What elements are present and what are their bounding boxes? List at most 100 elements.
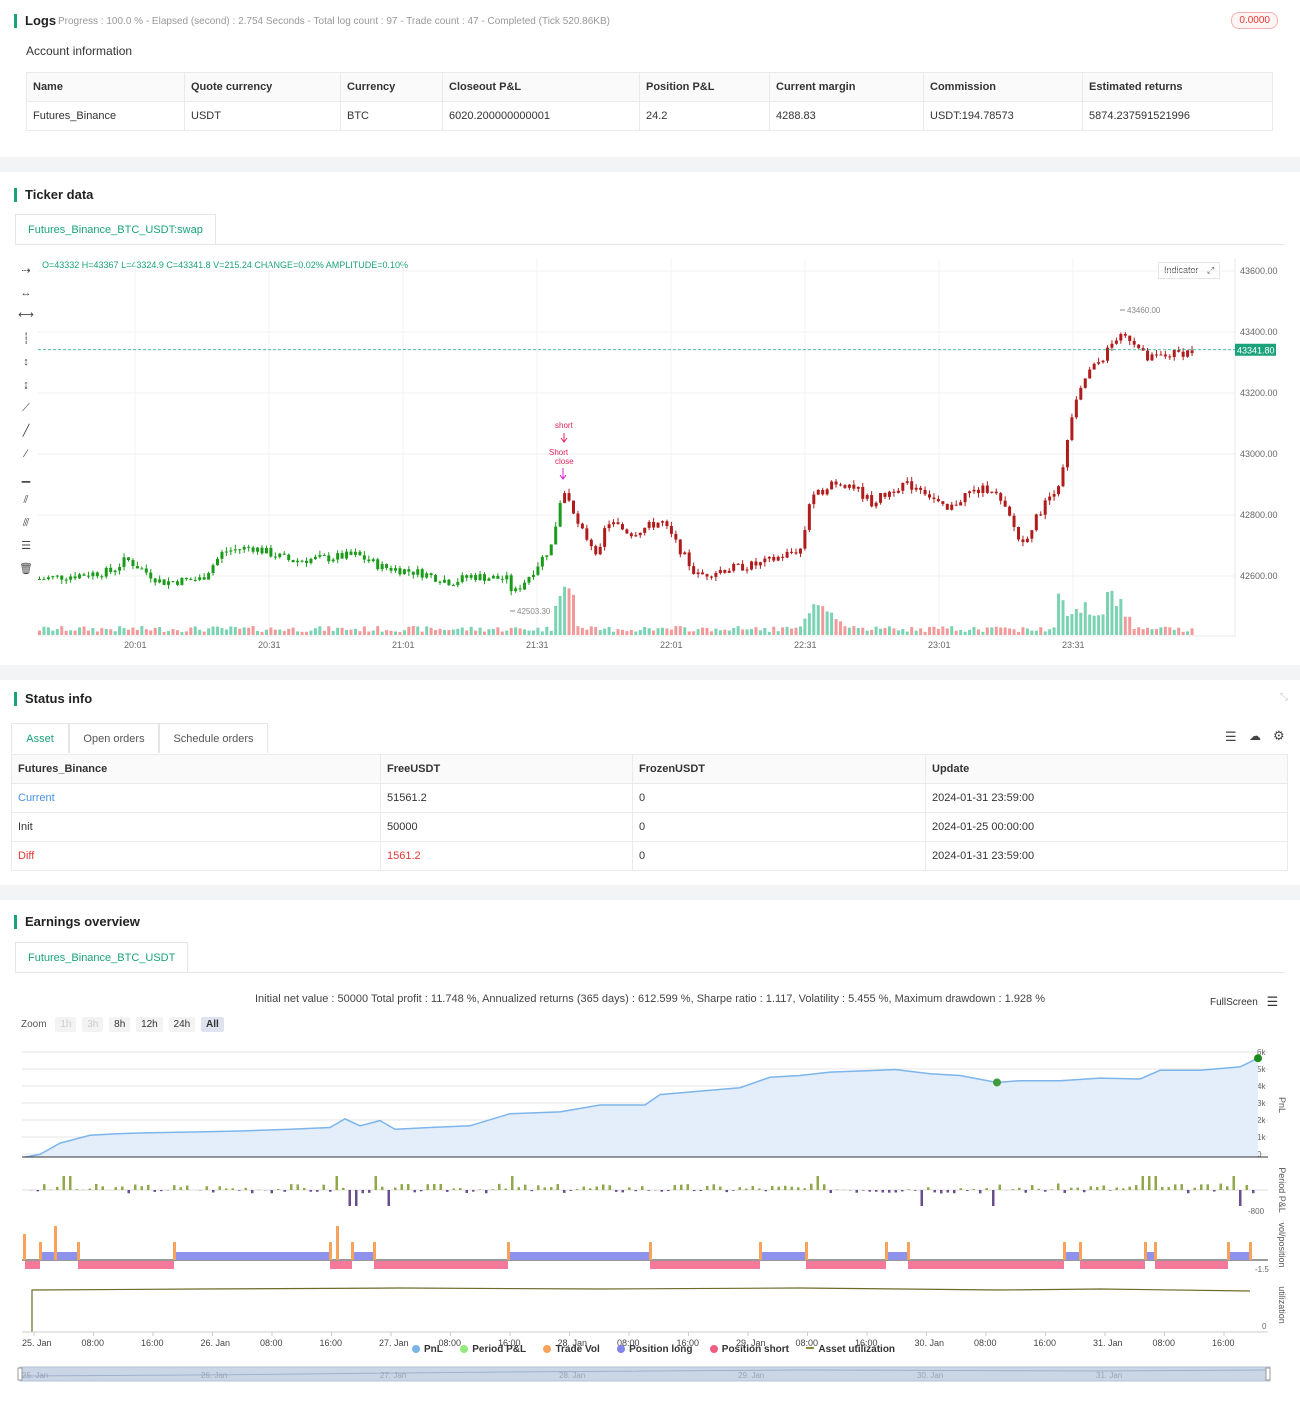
volume-bar: [852, 626, 856, 635]
legend-position-long[interactable]: Position long: [617, 1344, 692, 1355]
legend-asset-utilization[interactable]: Asset utilization: [806, 1344, 895, 1355]
candle-body: [278, 553, 282, 557]
cloud-download-icon[interactable]: ☁: [1249, 729, 1261, 743]
volume-bar: [1163, 626, 1167, 635]
volume-bar: [184, 631, 188, 635]
tab-asset[interactable]: Asset: [11, 723, 69, 753]
volume-bar: [945, 628, 949, 635]
candle-body: [238, 549, 242, 551]
period-pnl-bar: [1122, 1188, 1125, 1190]
logs-progress: Progress : 100.0 % - Elapsed (second) : …: [58, 16, 610, 27]
tab-schedule-orders[interactable]: Schedule orders: [159, 723, 268, 753]
period-pnl-bar: [576, 1189, 579, 1190]
y-tick-label: -1.5: [1255, 1265, 1269, 1274]
volume-bar: [807, 613, 811, 635]
candle-body: [879, 493, 883, 503]
period-pnl-bar: [1018, 1187, 1021, 1190]
period-pnl-bar: [277, 1188, 280, 1190]
volume-bar: [175, 630, 179, 635]
period-pnl-bar: [231, 1188, 234, 1190]
volume-bar: [505, 630, 509, 635]
candle-body: [540, 556, 544, 567]
volume-bar: [460, 627, 464, 635]
volume-bar: [572, 594, 575, 635]
candle-body: [127, 557, 130, 561]
candle-body: [834, 481, 838, 485]
candle-body: [661, 521, 664, 523]
candlestick-chart[interactable]: 43600.00 43400.00 43200.00 43000.00 42800.00…: [0, 172, 1300, 665]
candle-body: [852, 484, 856, 489]
close-arrow: [559, 468, 567, 480]
position-short-bar: [78, 1261, 174, 1269]
candle-body: [73, 576, 77, 579]
period-pnl-bar: [894, 1190, 897, 1193]
volume-bar: [420, 631, 424, 635]
volume-bar: [362, 626, 366, 635]
trade-vol-bar: [1154, 1242, 1157, 1260]
period-pnl-bar: [75, 1189, 78, 1190]
volume-bar: [518, 628, 522, 635]
volume-bar: [345, 629, 349, 635]
candle-body: [990, 491, 994, 493]
period-pnl-bar: [1109, 1190, 1112, 1191]
volume-bar: [340, 627, 344, 635]
logs-panel: Logs Progress : 100.0 % - Elapsed (secon…: [0, 0, 1300, 157]
candle-body: [1110, 343, 1114, 348]
volume-bar: [963, 631, 967, 635]
candle-body: [941, 501, 945, 504]
volume-bar: [625, 631, 629, 635]
volume-bar: [754, 627, 758, 635]
volume-bar: [60, 626, 64, 635]
candle-body: [994, 491, 998, 494]
candle-body: [696, 572, 700, 574]
candle-body: [830, 481, 834, 490]
x-tick-label: 22:31: [794, 640, 817, 650]
volume-bar: [456, 628, 460, 635]
volume-bar: [794, 627, 798, 635]
volume-bar: [78, 627, 82, 635]
candle-body: [349, 551, 353, 555]
cell: 0: [632, 841, 926, 871]
candle-body: [483, 574, 486, 581]
volume-bar: [968, 629, 972, 635]
volume-bar: [856, 627, 860, 635]
volume-bar: [634, 631, 638, 635]
volume-bar: [487, 629, 491, 635]
period-pnl-bar: [88, 1188, 91, 1190]
period-pnl-bar: [1148, 1176, 1151, 1190]
volume-bar: [358, 631, 362, 635]
candle-body: [1025, 538, 1029, 543]
candle-body: [478, 574, 482, 580]
table-row: Diff 1561.2 0 2024-01-31 23:59:00: [11, 841, 1288, 871]
legend-period-pnl[interactable]: Period P&L: [460, 1344, 526, 1355]
candle-body: [959, 502, 963, 506]
volume-bar: [647, 628, 651, 635]
gear-icon[interactable]: ⚙: [1273, 728, 1285, 744]
position-short-bar: [1080, 1261, 1145, 1269]
volume-bar: [514, 627, 518, 635]
candle-body: [745, 569, 749, 571]
volume-bar: [46, 627, 50, 635]
candle-body: [273, 556, 277, 558]
tab-open-orders[interactable]: Open orders: [69, 723, 159, 753]
earnings-chart[interactable]: 6k5k4k3k2k1k0-800-1.50PnLPeriod P&Lvol/p…: [0, 900, 1300, 1403]
cell: 2024-01-31 23:59:00: [925, 841, 1288, 871]
volume-bar: [353, 628, 357, 635]
candle-body: [135, 566, 139, 569]
candle-body: [260, 547, 264, 554]
volume-bar: [398, 631, 402, 635]
trade-vol-bar: [1249, 1242, 1252, 1260]
collapse-icon[interactable]: ⤡: [1280, 692, 1288, 703]
candle-body: [509, 575, 513, 592]
legend-trade-vol[interactable]: Trade Vol: [543, 1344, 600, 1355]
candle-body: [376, 559, 380, 570]
list-icon[interactable]: ☰: [1225, 729, 1237, 745]
cell-label: Init: [11, 812, 381, 842]
candle-body: [1172, 349, 1176, 358]
period-pnl-bar: [504, 1188, 507, 1190]
legend-position-short[interactable]: Position short: [709, 1344, 789, 1355]
legend-pnl[interactable]: PnL: [412, 1344, 443, 1355]
volume-bar: [389, 630, 393, 635]
x-tick-label: 20:01: [124, 640, 147, 650]
period-pnl-bar: [459, 1188, 462, 1190]
